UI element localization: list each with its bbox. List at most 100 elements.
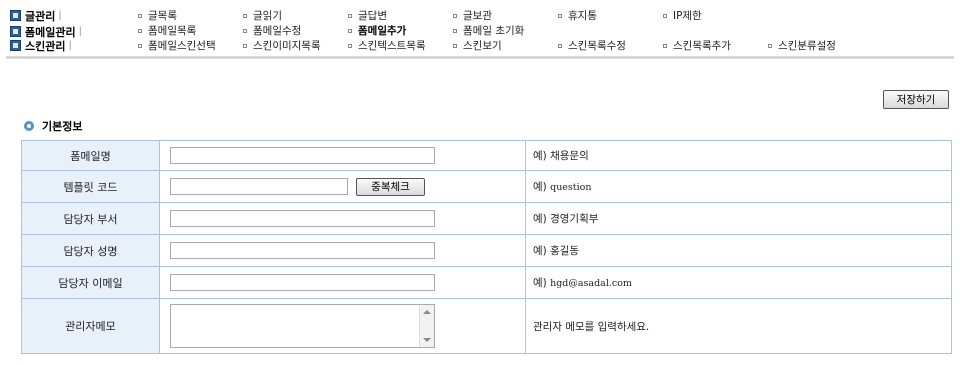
example-text: 관리자 메모를 입력하세요. [533, 320, 650, 333]
nav-item-label: 스킨텍스트목록 [358, 40, 426, 52]
bullet-icon [768, 43, 772, 48]
bullet-icon [348, 13, 352, 18]
save-button[interactable]: 저장하기 [883, 90, 949, 109]
section-ring-icon [24, 121, 34, 131]
nav-item-label: 폼메일스킨선택 [148, 40, 216, 52]
nav-divider [6, 56, 954, 59]
bullet-icon [453, 13, 457, 18]
bullet-icon [243, 43, 247, 48]
nav-item-trash[interactable]: 휴지통 [558, 9, 597, 22]
example-text: 경영기획부 [550, 213, 599, 225]
field-example: 예) hgd@asadal.com [525, 266, 952, 299]
field-input-cell [159, 298, 526, 354]
field-label: 담당자 이메일 [21, 266, 160, 299]
field-input-cell [159, 140, 526, 171]
nav-item-post-reply[interactable]: 글답변 [348, 9, 387, 22]
nav-category-post[interactable]: 글관리 | [10, 9, 62, 23]
nav-item-label: 휴지통 [568, 10, 597, 22]
nav-separator: | [58, 10, 62, 21]
basic-info-form: 폼메일명 예) 채용문의 템플릿 코드 중복체크 예) question 담당자… [21, 140, 952, 354]
bullet-icon [558, 13, 562, 18]
field-example: 예) 경영기획부 [525, 202, 952, 235]
nav-item-skin-select[interactable]: 폼메일스킨선택 [138, 39, 216, 52]
form-row-template-code: 템플릿 코드 중복체크 예) question [21, 170, 952, 203]
field-input-cell [159, 202, 526, 235]
nav-item-post-read[interactable]: 글읽기 [243, 9, 282, 22]
example-text: hgd@asadal.com [550, 278, 632, 289]
bullet-icon [663, 13, 667, 18]
nav-category-formmail[interactable]: 폼메일관리 | [10, 25, 82, 39]
nav-separator: | [78, 26, 82, 37]
manager-name-input[interactable] [170, 242, 435, 259]
bullet-icon [138, 28, 142, 33]
nav-item-post-list[interactable]: 글목록 [138, 9, 177, 22]
field-label: 관리자메모 [21, 298, 160, 354]
section-title: 기본정보 [42, 120, 83, 133]
nav-item-formmail-reset[interactable]: 폼메일 초기화 [453, 24, 524, 37]
bullet-icon [453, 43, 457, 48]
field-example: 관리자 메모를 입력하세요. [525, 298, 952, 354]
scroll-down-arrow-icon[interactable] [423, 338, 431, 342]
duplicate-check-button[interactable]: 중복체크 [356, 177, 425, 196]
category-box-icon [10, 26, 21, 37]
admin-memo-textarea[interactable] [170, 304, 435, 348]
formmail-name-input[interactable] [170, 147, 435, 164]
nav-item-skin-list-add[interactable]: 스킨목록추가 [663, 39, 731, 52]
nav-item-label: 스킨이미지목록 [253, 40, 321, 52]
top-navigation: 글관리 | 폼메일관리 | 스킨관리 | 글목록 글읽기 글답변 글보관 휴지통… [0, 0, 960, 59]
nav-item-formmail-edit[interactable]: 폼메일수정 [243, 24, 301, 37]
bullet-icon [138, 13, 142, 18]
field-example: 예) 홍길동 [525, 234, 952, 267]
example-prefix: 예) [533, 277, 547, 289]
category-box-icon [10, 40, 21, 51]
nav-item-post-archive[interactable]: 글보관 [453, 9, 492, 22]
nav-item-formmail-list[interactable]: 폼메일목록 [138, 24, 196, 37]
example-prefix: 예) [533, 213, 547, 225]
nav-category-label: 스킨관리 [25, 39, 66, 53]
form-row-manager-email: 담당자 이메일 예) hgd@asadal.com [21, 266, 952, 299]
example-text: 채용문의 [550, 150, 589, 162]
nav-category-label: 글관리 [25, 9, 56, 23]
bullet-icon [663, 43, 667, 48]
nav-item-ip-block[interactable]: IP제한 [663, 9, 702, 22]
nav-item-skin-category-settings[interactable]: 스킨분류설정 [768, 39, 836, 52]
nav-item-label: 스킨목록추가 [673, 40, 731, 52]
bullet-icon [558, 43, 562, 48]
category-box-icon [10, 10, 21, 21]
nav-item-label: 폼메일수정 [253, 25, 302, 37]
bullet-icon [243, 28, 247, 33]
nav-item-label: 폼메일추가 [358, 25, 407, 37]
field-input-cell: 중복체크 [159, 170, 526, 203]
nav-item-skin-image-list[interactable]: 스킨이미지목록 [243, 39, 321, 52]
field-example: 예) 채용문의 [525, 140, 952, 171]
bullet-icon [453, 28, 457, 33]
manager-email-input[interactable] [170, 274, 435, 291]
nav-item-label: 폼메일 초기화 [463, 25, 525, 37]
nav-item-formmail-add[interactable]: 폼메일추가 [348, 24, 406, 37]
nav-item-skin-view[interactable]: 스킨보기 [453, 39, 502, 52]
bullet-icon [138, 43, 142, 48]
manager-department-input[interactable] [170, 210, 435, 227]
nav-item-label: 폼메일목록 [148, 25, 197, 37]
form-row-formmail-name: 폼메일명 예) 채용문의 [21, 140, 952, 171]
template-code-input[interactable] [170, 178, 348, 195]
example-text: 홍길동 [550, 245, 580, 257]
nav-separator: | [68, 40, 72, 51]
example-prefix: 예) [533, 150, 547, 162]
nav-item-skin-text-list[interactable]: 스킨텍스트목록 [348, 39, 426, 52]
field-input-cell [159, 266, 526, 299]
nav-item-label: 스킨보기 [463, 40, 502, 52]
nav-item-skin-list-edit[interactable]: 스킨목록수정 [558, 39, 626, 52]
field-label: 담당자 부서 [21, 202, 160, 235]
form-row-admin-memo: 관리자메모 관리자 메모를 입력하세요. [21, 298, 952, 354]
field-label: 담당자 성명 [21, 234, 160, 267]
nav-item-label: IP제한 [673, 10, 702, 22]
bullet-icon [348, 28, 352, 33]
scroll-up-arrow-icon[interactable] [423, 310, 431, 314]
nav-category-skin[interactable]: 스킨관리 | [10, 39, 72, 53]
example-prefix: 예) [533, 245, 547, 257]
field-input-cell [159, 234, 526, 267]
example-prefix: 예) [533, 181, 547, 193]
nav-item-label: 글읽기 [253, 10, 282, 22]
textarea-scrollbar[interactable] [419, 305, 434, 347]
